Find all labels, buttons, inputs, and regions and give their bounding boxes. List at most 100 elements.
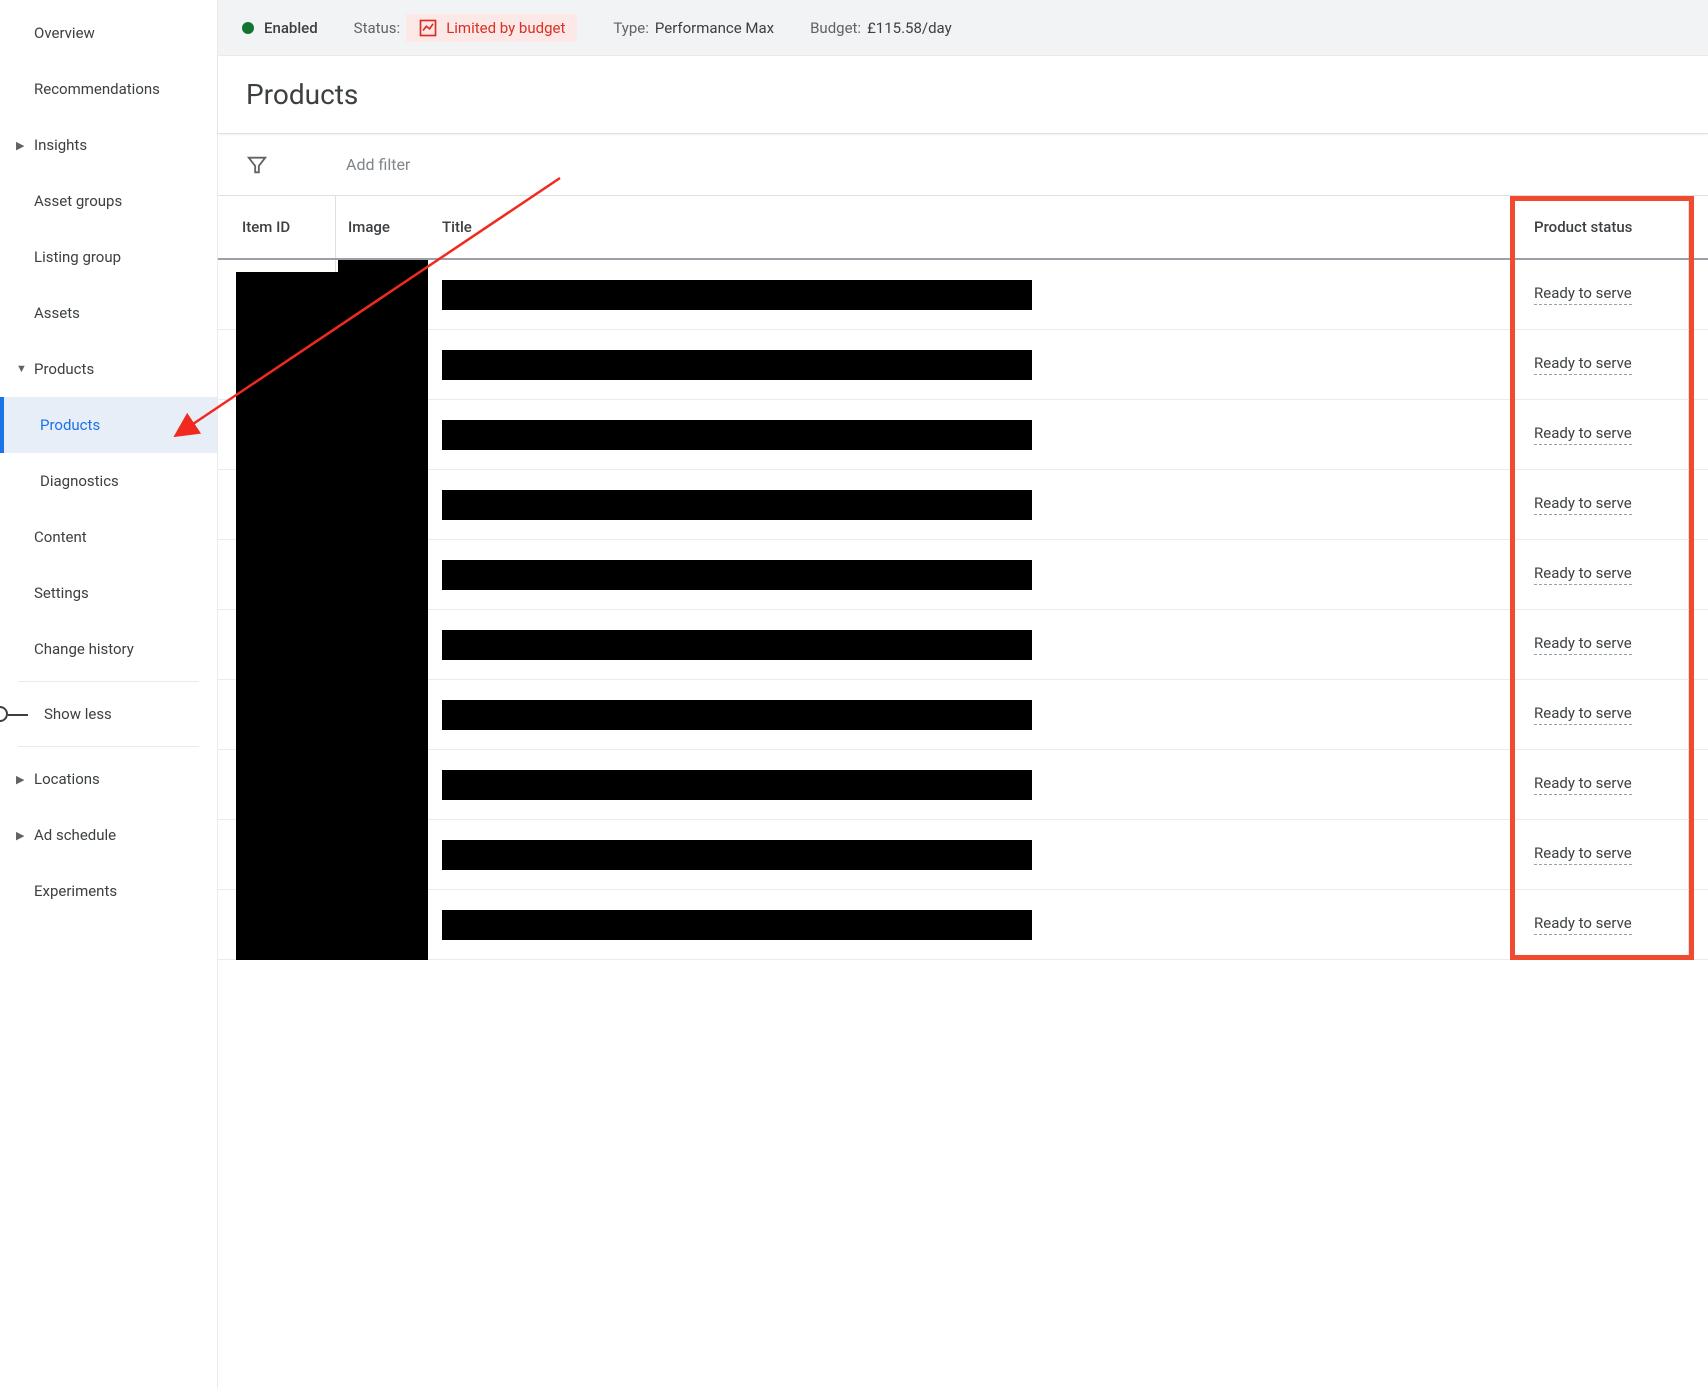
sidebar-label: Recommendations (34, 80, 160, 98)
col-header-product-status[interactable]: Product status (1518, 196, 1688, 258)
sidebar-sub-diagnostics[interactable]: Diagnostics (0, 453, 217, 509)
status-text: Ready to serve (1534, 564, 1632, 585)
cell-product-status[interactable]: Ready to serve (1518, 610, 1688, 679)
cell-product-status[interactable]: Ready to serve (1518, 540, 1688, 609)
sidebar-item-content[interactable]: Content (0, 509, 217, 565)
col-header-item-id[interactable]: Item ID (218, 196, 336, 258)
cell-product-status[interactable]: Ready to serve (1518, 330, 1688, 399)
table-row[interactable]: Ready to serve (218, 330, 1708, 400)
status-text: Ready to serve (1534, 284, 1632, 305)
collapse-icon (0, 706, 8, 722)
redacted-block (338, 260, 428, 960)
sidebar-item-asset-groups[interactable]: Asset groups (0, 173, 217, 229)
col-spacer (1688, 820, 1708, 889)
sidebar-item-insights[interactable]: ▶Insights (0, 117, 217, 173)
sidebar-item-recommendations[interactable]: Recommendations (0, 61, 217, 117)
sidebar-item-change-history[interactable]: Change history (0, 621, 217, 677)
cell-title (436, 540, 1518, 609)
status-text: Ready to serve (1534, 494, 1632, 515)
table-row[interactable]: Ready to serve (218, 680, 1708, 750)
status-text: Ready to serve (1534, 634, 1632, 655)
table-row[interactable]: Ready to serve (218, 260, 1708, 330)
cell-product-status[interactable]: Ready to serve (1518, 260, 1688, 329)
sidebar: Overview Recommendations ▶Insights Asset… (0, 0, 218, 1388)
redacted-block (442, 420, 1032, 450)
status-text: Ready to serve (1534, 774, 1632, 795)
sidebar-item-locations[interactable]: ▶Locations (0, 751, 217, 807)
table-row[interactable]: Ready to serve (218, 540, 1708, 610)
col-spacer (1688, 196, 1708, 258)
sidebar-item-listing-group[interactable]: Listing group (0, 229, 217, 285)
col-spacer (1688, 890, 1708, 959)
sidebar-label: Products (34, 360, 94, 378)
sidebar-sub-products[interactable]: Products (0, 397, 217, 453)
cell-title (436, 750, 1518, 819)
sidebar-item-ad-schedule[interactable]: ▶Ad schedule (0, 807, 217, 863)
col-spacer (1688, 260, 1708, 329)
table-row[interactable]: Ready to serve (218, 750, 1708, 820)
redacted-block (442, 560, 1032, 590)
status-value: Limited by budget (446, 19, 565, 37)
col-header-image[interactable]: Image (336, 196, 436, 258)
add-filter-input[interactable]: Add filter (346, 155, 410, 174)
sidebar-item-assets[interactable]: Assets (0, 285, 217, 341)
status-label: Status: (354, 19, 401, 37)
topbar: Enabled Status: Limited by budget Type: … (218, 0, 1708, 56)
status-text: Ready to serve (1534, 844, 1632, 865)
sidebar-label: Listing group (34, 248, 121, 266)
status-chip-limited-by-budget[interactable]: Limited by budget (406, 14, 577, 42)
cell-title (436, 400, 1518, 469)
main: Enabled Status: Limited by budget Type: … (218, 0, 1708, 1388)
cell-product-status[interactable]: Ready to serve (1518, 470, 1688, 539)
sidebar-item-overview[interactable]: Overview (0, 5, 217, 61)
sidebar-item-experiments[interactable]: Experiments (0, 863, 217, 919)
cell-product-status[interactable]: Ready to serve (1518, 400, 1688, 469)
table-header: Item ID Image Title Product status (218, 196, 1708, 260)
divider (18, 681, 199, 682)
col-spacer (1688, 610, 1708, 679)
col-spacer (1688, 750, 1708, 819)
table-row[interactable]: Ready to serve (218, 400, 1708, 470)
cell-product-status[interactable]: Ready to serve (1518, 890, 1688, 959)
cell-title (436, 890, 1518, 959)
sidebar-label: Settings (34, 584, 89, 602)
col-spacer (1688, 470, 1708, 539)
col-spacer (1688, 400, 1708, 469)
budget-value: £115.58/day (867, 19, 952, 37)
redacted-block (236, 272, 346, 960)
filter-bar: Add filter (218, 134, 1708, 196)
campaign-budget[interactable]: Budget: £115.58/day (810, 19, 952, 37)
table-row[interactable]: Ready to serve (218, 890, 1708, 960)
table-row[interactable]: Ready to serve (218, 820, 1708, 890)
col-spacer (1688, 540, 1708, 609)
cell-product-status[interactable]: Ready to serve (1518, 820, 1688, 889)
col-header-title[interactable]: Title (436, 196, 1518, 258)
sidebar-label: Change history (34, 640, 134, 658)
status-text: Ready to serve (1534, 704, 1632, 725)
table-row[interactable]: Ready to serve (218, 470, 1708, 540)
sidebar-item-products[interactable]: ▼ Products (0, 341, 217, 397)
col-spacer (1688, 330, 1708, 399)
col-spacer (1688, 680, 1708, 749)
sidebar-item-settings[interactable]: Settings (0, 565, 217, 621)
redacted-block (442, 350, 1032, 380)
redacted-block (442, 490, 1032, 520)
sidebar-label: Show less (44, 705, 112, 723)
products-table: Item ID Image Title Product status Ready… (218, 196, 1708, 1388)
sidebar-label: Diagnostics (40, 472, 119, 490)
cell-title (436, 820, 1518, 889)
filter-icon[interactable] (246, 154, 268, 176)
campaign-type: Type: Performance Max (613, 19, 774, 37)
sidebar-label: Asset groups (34, 192, 122, 210)
redacted-block (442, 840, 1032, 870)
campaign-enabled[interactable]: Enabled (242, 19, 318, 37)
chevron-down-icon: ▼ (16, 362, 27, 375)
cell-product-status[interactable]: Ready to serve (1518, 680, 1688, 749)
cell-product-status[interactable]: Ready to serve (1518, 750, 1688, 819)
page-title: Products (218, 56, 1708, 134)
cell-title (436, 610, 1518, 679)
table-row[interactable]: Ready to serve (218, 610, 1708, 680)
sidebar-show-less[interactable]: Show less (0, 686, 217, 742)
cell-title (436, 330, 1518, 399)
redacted-block (442, 910, 1032, 940)
